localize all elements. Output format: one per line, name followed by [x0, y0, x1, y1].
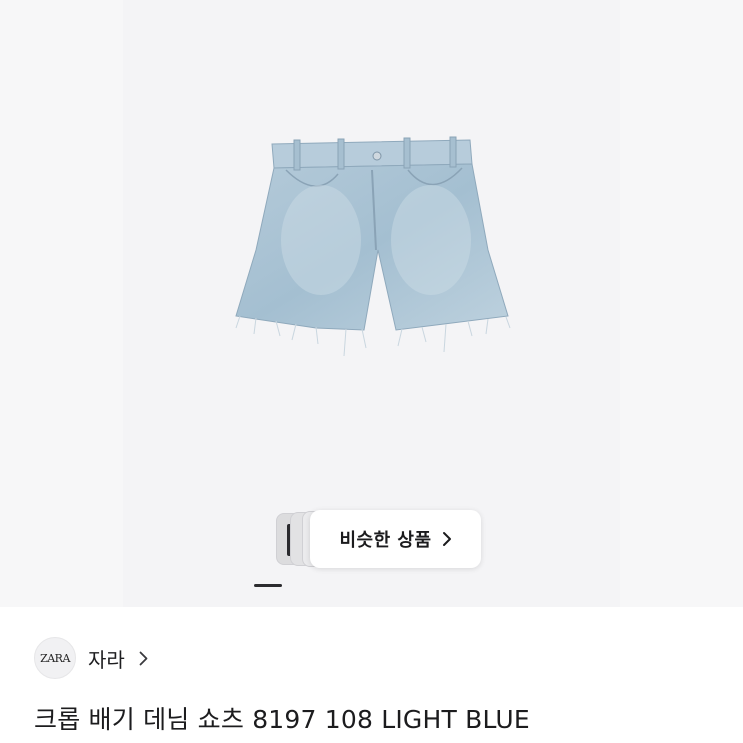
- carousel-indicator: [254, 584, 282, 587]
- shop-link[interactable]: ZARA 자라: [34, 637, 148, 679]
- product-title: 크롭 배기 데님 쇼츠 8197 108 LIGHT BLUE: [34, 705, 530, 734]
- similar-products-button[interactable]: 비슷한 상품: [268, 510, 481, 568]
- shop-logo-text: ZARA: [40, 651, 70, 665]
- similar-products-card[interactable]: 비슷한 상품: [310, 510, 481, 568]
- similar-products-label: 비슷한 상품: [339, 530, 432, 551]
- shop-logo: ZARA: [34, 637, 76, 679]
- product-image: [235, 136, 511, 357]
- chevron-right-icon: [442, 532, 451, 546]
- chevron-right-icon: [139, 651, 148, 665]
- shop-name: 자라: [88, 647, 125, 672]
- product-hero: 비슷한 상품: [0, 0, 743, 607]
